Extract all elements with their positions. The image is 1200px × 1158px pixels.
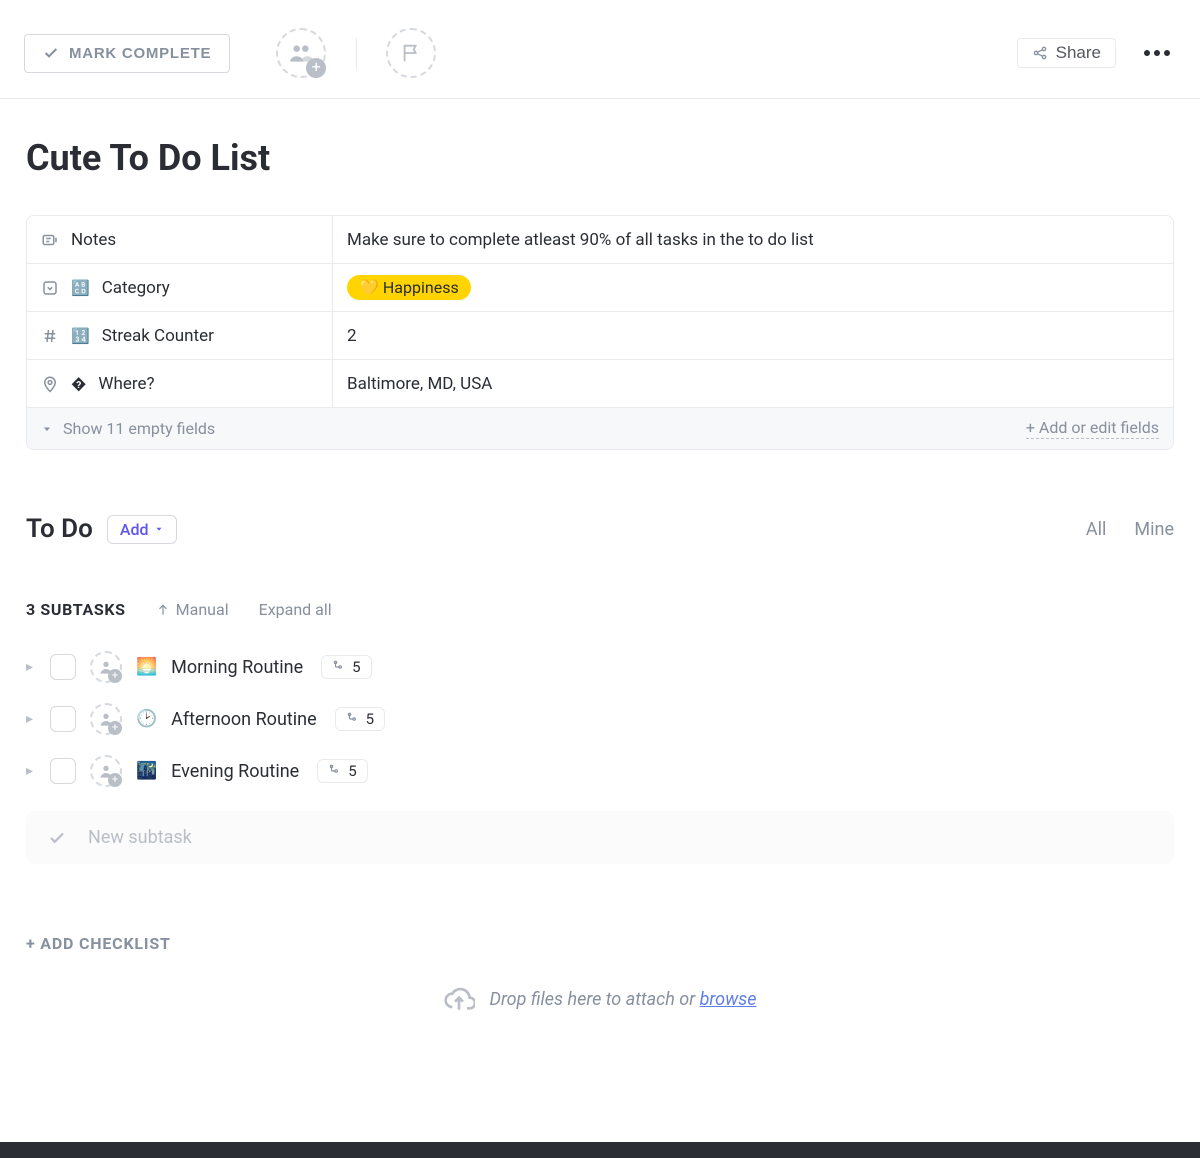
field-row-streak: 🔢 Streak Counter 2	[27, 312, 1173, 360]
category-pill: 💛 Happiness	[347, 275, 471, 300]
task-checkbox[interactable]	[50, 654, 76, 680]
fields-footer: Show 11 empty fields + Add or edit field…	[27, 408, 1173, 449]
field-value[interactable]: 2	[333, 312, 1173, 359]
mark-complete-button[interactable]: MARK COMPLETE	[24, 34, 230, 73]
dropdown-field-icon	[41, 279, 59, 297]
show-empty-fields[interactable]: Show 11 empty fields	[41, 419, 215, 438]
task-name: Afternoon Routine	[171, 709, 316, 730]
flag-icon	[400, 42, 422, 64]
page-title[interactable]: Cute To Do List	[0, 99, 1200, 209]
browse-link[interactable]: browse	[700, 989, 757, 1010]
add-edit-fields[interactable]: + Add or edit fields	[1026, 418, 1159, 439]
task-row[interactable]: ▸ + 🌅 Morning Routine 5	[26, 641, 1174, 693]
arrow-up-icon	[156, 603, 170, 617]
assignee-button[interactable]: +	[90, 703, 122, 735]
task-list: ▸ + 🌅 Morning Routine 5 ▸ + 🕑 Afternoon …	[0, 637, 1200, 797]
custom-fields: Notes Make sure to complete atleast 90% …	[26, 215, 1174, 450]
sort-button[interactable]: Manual	[156, 600, 229, 619]
text-field-icon	[41, 231, 59, 249]
filter-mine[interactable]: Mine	[1134, 519, 1174, 540]
plus-icon: +	[108, 669, 122, 683]
field-label: � Where?	[27, 360, 333, 407]
section-header: To Do Add All Mine	[0, 450, 1200, 554]
task-row[interactable]: ▸ + 🌃 Evening Routine 5	[26, 745, 1174, 797]
task-checkbox[interactable]	[50, 758, 76, 784]
share-label: Share	[1056, 43, 1101, 63]
section-title: To Do	[26, 514, 93, 544]
toolbar: MARK COMPLETE + Share	[0, 0, 1200, 99]
task-emoji: 🕑	[136, 709, 157, 729]
plus-icon: +	[108, 773, 122, 787]
check-icon	[43, 45, 59, 61]
field-row-notes: Notes Make sure to complete atleast 90% …	[27, 216, 1173, 264]
field-label: 🔢 Streak Counter	[27, 312, 333, 359]
share-icon	[1032, 45, 1048, 61]
field-row-where: � Where? Baltimore, MD, USA	[27, 360, 1173, 408]
field-value[interactable]: 💛 Happiness	[333, 264, 1173, 311]
task-row[interactable]: ▸ + 🕑 Afternoon Routine 5	[26, 693, 1174, 745]
subtask-count-badge[interactable]: 5	[317, 759, 367, 783]
new-subtask-placeholder: New subtask	[88, 827, 192, 848]
attachment-drop-zone[interactable]: Drop files here to attach or browse	[0, 953, 1200, 1035]
subtasks-count: 3 SUBTASKS	[26, 600, 126, 619]
location-field-icon	[41, 375, 59, 393]
plus-icon: +	[306, 58, 326, 78]
caret-down-icon	[154, 524, 164, 534]
add-dropdown[interactable]: Add	[107, 515, 178, 544]
check-icon	[48, 829, 66, 847]
field-label: Notes	[27, 216, 333, 263]
task-emoji: 🌃	[136, 761, 157, 781]
field-emoji: �	[71, 375, 86, 393]
share-button[interactable]: Share	[1017, 38, 1116, 68]
field-label: 🔠 Category	[27, 264, 333, 311]
task-emoji: 🌅	[136, 657, 157, 677]
field-value[interactable]: Baltimore, MD, USA	[333, 360, 1173, 407]
new-subtask-input[interactable]: New subtask	[26, 811, 1174, 864]
subtask-icon	[332, 660, 346, 674]
divider	[356, 38, 357, 70]
field-emoji: 🔢	[71, 327, 90, 345]
chevron-right-icon[interactable]: ▸	[26, 763, 36, 779]
caret-down-icon	[41, 423, 53, 435]
cloud-upload-icon	[443, 983, 475, 1015]
subtask-count-badge[interactable]: 5	[321, 655, 371, 679]
field-row-category: 🔠 Category 💛 Happiness	[27, 264, 1173, 312]
add-checklist-button[interactable]: + ADD CHECKLIST	[0, 864, 1200, 953]
chevron-right-icon[interactable]: ▸	[26, 711, 36, 727]
subtask-icon	[328, 764, 342, 778]
subtask-count-badge[interactable]: 5	[335, 707, 385, 731]
mark-complete-label: MARK COMPLETE	[69, 45, 211, 62]
field-emoji: 🔠	[71, 279, 90, 297]
expand-all[interactable]: Expand all	[259, 600, 332, 619]
task-name: Evening Routine	[171, 761, 299, 782]
chevron-right-icon[interactable]: ▸	[26, 659, 36, 675]
more-button[interactable]	[1138, 44, 1176, 62]
subtasks-meta: 3 SUBTASKS Manual Expand all	[0, 554, 1200, 637]
task-checkbox[interactable]	[50, 706, 76, 732]
number-field-icon	[41, 327, 59, 345]
assignees-button[interactable]: +	[276, 28, 326, 78]
drop-zone-text: Drop files here to attach or browse	[489, 989, 756, 1010]
task-name: Morning Routine	[171, 657, 303, 678]
field-value[interactable]: Make sure to complete atleast 90% of all…	[333, 216, 1173, 263]
bottom-bar	[0, 1142, 1200, 1158]
subtask-icon	[346, 712, 360, 726]
priority-button[interactable]	[386, 28, 436, 78]
assignee-button[interactable]: +	[90, 755, 122, 787]
plus-icon: +	[108, 721, 122, 735]
filter-all[interactable]: All	[1086, 519, 1107, 540]
assignee-button[interactable]: +	[90, 651, 122, 683]
